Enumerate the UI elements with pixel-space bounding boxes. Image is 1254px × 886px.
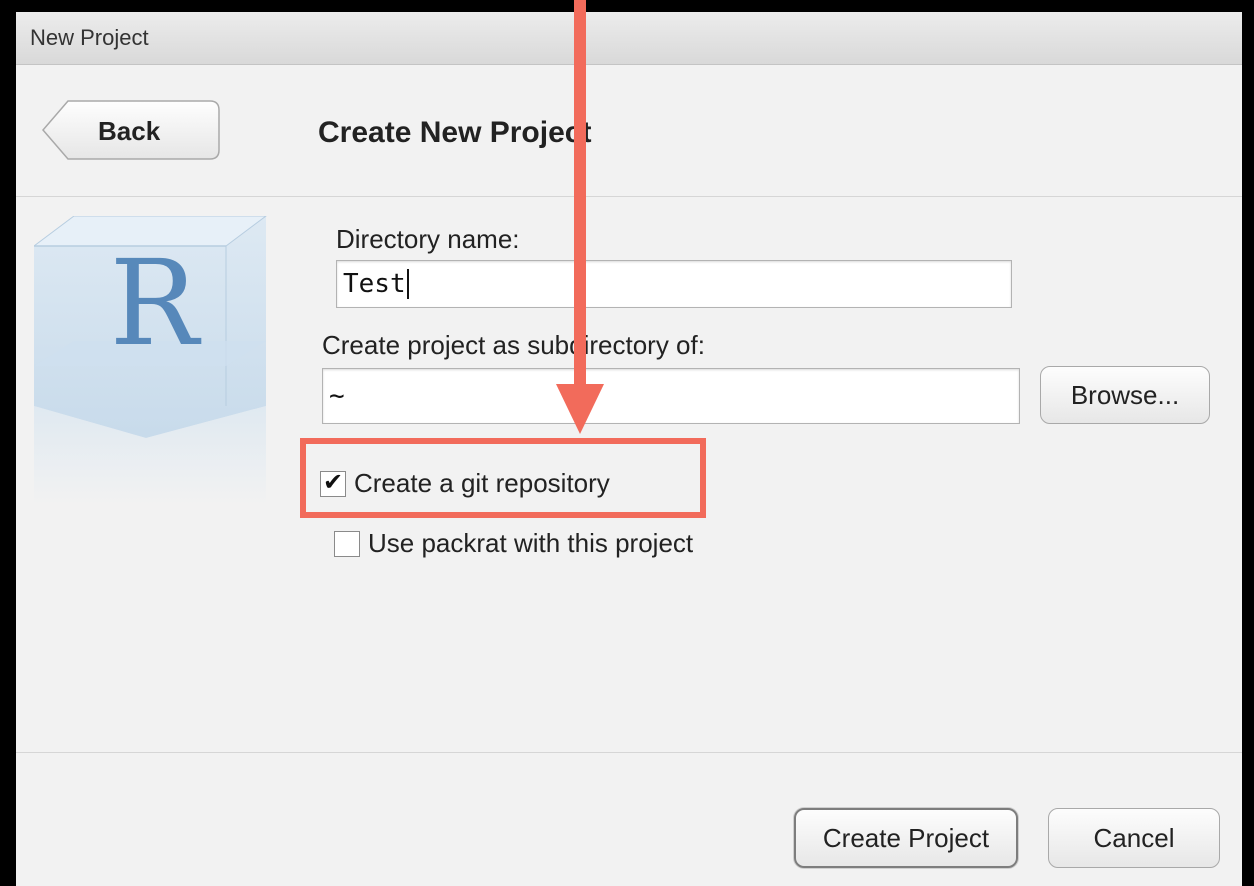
git-repository-checkbox[interactable]: ✔ [320, 467, 346, 497]
checkmark-icon: ✔ [323, 467, 344, 496]
window-title: New Project [30, 25, 149, 50]
directory-name-label: Directory name: [336, 224, 520, 254]
browse-button[interactable]: Browse... [1040, 366, 1210, 424]
packrat-label: Use packrat with this project [368, 528, 694, 558]
directory-name-value: Test [343, 269, 406, 299]
back-button-label: Back [98, 116, 161, 146]
cancel-button[interactable]: Cancel [1048, 808, 1220, 868]
subdirectory-value: ~ [329, 381, 345, 411]
directory-name-input[interactable]: Test [336, 260, 1012, 308]
window-titlebar: New Project [16, 12, 1242, 65]
subdirectory-input[interactable]: ~ [322, 368, 1020, 424]
cancel-label: Cancel [1093, 822, 1175, 853]
text-caret [406, 269, 409, 299]
git-repository-label: Create a git repository [354, 468, 610, 498]
create-project-label: Create Project [822, 822, 990, 853]
r-logo-letter: R [110, 234, 202, 372]
subdirectory-label: Create project as subdirectory of: [322, 330, 705, 360]
packrat-checkbox[interactable] [334, 530, 360, 557]
back-button[interactable]: Back [42, 100, 220, 160]
r-logo-cube: R [34, 216, 267, 506]
footer-divider [16, 752, 1242, 753]
packrat-option[interactable]: Use packrat with this project [334, 528, 693, 559]
create-project-button[interactable]: Create Project [794, 808, 1018, 868]
page-title: Create New Project [318, 116, 592, 149]
header-divider [16, 196, 1242, 197]
new-project-dialog: New Project Back Create New Project R Di… [16, 12, 1242, 886]
git-repository-option[interactable]: ✔ Create a git repository [320, 468, 610, 499]
browse-button-label: Browse... [1070, 379, 1180, 410]
